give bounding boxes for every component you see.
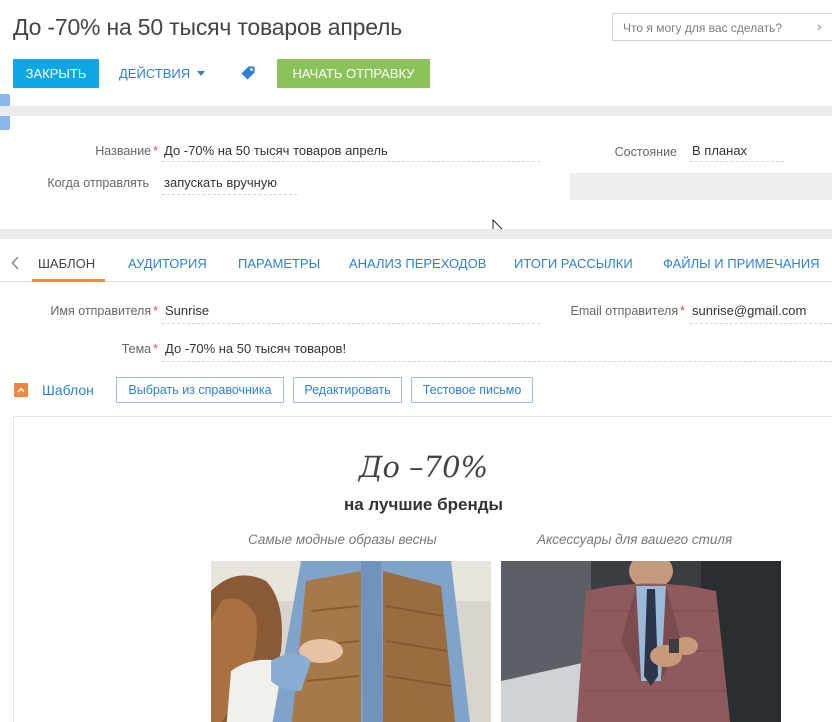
- email-preview: До –70% на лучшие бренды Самые модные об…: [13, 416, 832, 722]
- tab-audience[interactable]: АУДИТОРИЯ: [128, 256, 207, 271]
- chevron-left-icon[interactable]: [11, 256, 19, 270]
- section-divider: [0, 106, 832, 116]
- preview-caption-left: Самые модные образы весны: [248, 532, 437, 547]
- send-time-underline: [162, 194, 297, 195]
- page-title: До -70% на 50 тысяч товаров апрель: [13, 14, 403, 40]
- command-search-input[interactable]: Что я могу для вас сделать? ›: [612, 13, 832, 41]
- state-field[interactable]: В планах: [692, 143, 747, 158]
- name-field[interactable]: До -70% на 50 тысяч товаров апрель: [164, 143, 388, 158]
- name-label: Название *: [95, 144, 158, 158]
- preview-headline: До –70%: [358, 450, 489, 484]
- chevron-down-icon: [197, 71, 206, 76]
- sender-name-underline: [162, 323, 540, 324]
- tab-files-notes[interactable]: ФАЙЛЫ И ПРИМЕЧАНИЯ: [663, 256, 820, 271]
- start-sending-button[interactable]: НАЧАТЬ ОТПРАВКУ: [277, 59, 430, 88]
- chevron-up-icon: [17, 387, 25, 393]
- chevron-right-icon[interactable]: ›: [817, 18, 822, 34]
- sender-name-field[interactable]: Sunrise: [165, 303, 209, 318]
- subject-label: Тема *: [121, 342, 158, 356]
- edit-template-button[interactable]: Редактировать: [293, 377, 402, 403]
- send-time-label: Когда отправлять: [47, 176, 149, 190]
- tab-mailing-results[interactable]: ИТОГИ РАССЫЛКИ: [514, 256, 633, 271]
- tab-click-analysis[interactable]: АНАЛИЗ ПЕРЕХОДОВ: [349, 256, 486, 271]
- actions-dropdown-button[interactable]: ДЕЙСТВИЯ: [119, 59, 206, 88]
- tab-parameters[interactable]: ПАРАМЕТРЫ: [238, 256, 320, 271]
- tab-bar: ШАБЛОН АУДИТОРИЯ ПАРАМЕТРЫ АНАЛИЗ ПЕРЕХО…: [0, 250, 832, 282]
- readonly-field: [570, 173, 832, 200]
- state-label: Состояние: [614, 145, 677, 159]
- choose-from-lookup-button[interactable]: Выбрать из справочника: [116, 377, 284, 403]
- subject-field[interactable]: До -70% на 50 тысяч товаров!: [165, 341, 346, 356]
- search-placeholder: Что я могу для вас сделать?: [623, 21, 783, 35]
- actions-label: ДЕЙСТВИЯ: [119, 66, 191, 81]
- sender-email-underline: [690, 323, 832, 324]
- subject-underline: [162, 361, 832, 362]
- active-tab-indicator: [32, 279, 105, 282]
- section-divider: [0, 229, 832, 239]
- state-field-underline: [690, 161, 784, 162]
- preview-subheadline: на лучшие бренды: [343, 495, 504, 514]
- sender-email-label: Email отправителя *: [570, 304, 686, 318]
- preview-caption-right: Аксессуары для вашего стиля: [537, 532, 733, 547]
- name-field-underline: [162, 161, 540, 162]
- spring-fashion-image: [211, 561, 491, 722]
- close-button[interactable]: ЗАКРЫТЬ: [13, 59, 99, 88]
- sender-name-label: Имя отправителя *: [50, 304, 158, 318]
- send-time-field[interactable]: запускать вручную: [164, 175, 277, 190]
- tag-icon[interactable]: [240, 65, 256, 81]
- test-email-button[interactable]: Тестовое письмо: [411, 377, 533, 403]
- accessories-image: [501, 561, 781, 722]
- template-section-title: Шаблон: [42, 382, 94, 398]
- collapse-section-button[interactable]: [14, 383, 28, 397]
- tab-template[interactable]: ШАБЛОН: [38, 256, 95, 271]
- sender-email-field[interactable]: sunrise@gmail.com: [692, 303, 806, 318]
